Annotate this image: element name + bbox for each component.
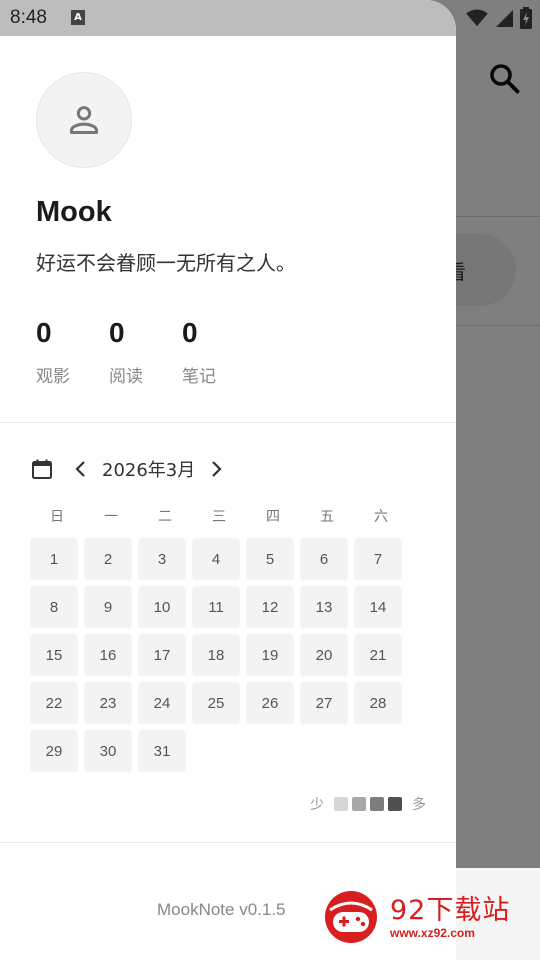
- calendar-day[interactable]: 10: [138, 586, 186, 628]
- weekday-label: 四: [266, 509, 280, 525]
- legend-swatch: [370, 797, 384, 811]
- watermark-url: www.xz92.com: [390, 926, 475, 940]
- avatar[interactable]: [36, 72, 132, 168]
- weekday-header: 日 一 二 三 四 五 六: [30, 506, 408, 526]
- calendar-day[interactable]: 30: [84, 730, 132, 772]
- calendar-icon: [32, 459, 52, 479]
- calendar-day[interactable]: 13: [300, 586, 348, 628]
- calendar-day[interactable]: 23: [84, 682, 132, 724]
- calendar-day[interactable]: 9: [84, 586, 132, 628]
- notification-a-icon: A: [71, 10, 85, 25]
- weekday-label: 五: [320, 509, 334, 525]
- calendar-header: 2026年3月: [30, 452, 225, 486]
- app-version: MookNote v0.1.5: [157, 900, 286, 919]
- stat-label: 笔记: [182, 367, 216, 387]
- legend-swatch: [334, 797, 348, 811]
- weekday-label: 日: [50, 509, 64, 525]
- divider: [0, 842, 456, 843]
- calendar-day[interactable]: 12: [246, 586, 294, 628]
- weekday-label: 三: [212, 509, 226, 525]
- calendar-day[interactable]: 19: [246, 634, 294, 676]
- status-icons: [466, 7, 532, 29]
- calendar-grid: 1 2 3 4 5 6 7 8 9 10 11 12 13 14 15 16 1…: [30, 538, 410, 772]
- weekday-label: 二: [158, 509, 172, 525]
- divider: [0, 422, 456, 423]
- stat-value: 0: [36, 317, 52, 348]
- chevron-left-icon[interactable]: [72, 459, 90, 479]
- calendar-day[interactable]: 4: [192, 538, 240, 580]
- wifi-icon: [466, 9, 488, 27]
- calendar-day[interactable]: 28: [354, 682, 402, 724]
- calendar-day[interactable]: 8: [30, 586, 78, 628]
- stat-reading[interactable]: 0 阅读: [109, 316, 182, 387]
- calendar-day[interactable]: 18: [192, 634, 240, 676]
- calendar-day[interactable]: 7: [354, 538, 402, 580]
- navigation-drawer: 8:48 A Mook 好运不会眷顾一无所有之人。 0 观影 0 阅读 0 笔记: [0, 0, 456, 960]
- stat-value: 0: [182, 317, 198, 348]
- calendar-day[interactable]: 15: [30, 634, 78, 676]
- calendar-day[interactable]: 22: [30, 682, 78, 724]
- stat-value: 0: [109, 317, 125, 348]
- calendar-day[interactable]: 29: [30, 730, 78, 772]
- stat-label: 观影: [36, 367, 70, 387]
- stat-label: 阅读: [109, 367, 143, 387]
- calendar-day[interactable]: 20: [300, 634, 348, 676]
- stat-notes[interactable]: 0 笔记: [182, 316, 255, 387]
- stats-row: 0 观影 0 阅读 0 笔记: [36, 316, 255, 387]
- heatmap-legend: 少 多: [310, 794, 426, 814]
- calendar-day[interactable]: 21: [354, 634, 402, 676]
- calendar-day[interactable]: 25: [192, 682, 240, 724]
- status-time: 8:48: [10, 7, 47, 28]
- calendar-day[interactable]: 16: [84, 634, 132, 676]
- battery-icon: [520, 7, 532, 29]
- legend-swatch: [352, 797, 366, 811]
- user-motto: 好运不会眷顾一无所有之人。: [36, 251, 296, 275]
- calendar-day[interactable]: 31: [138, 730, 186, 772]
- legend-more-label: 多: [412, 797, 426, 813]
- watermark: 92下载站 www.xz92.com: [296, 868, 540, 960]
- calendar-day[interactable]: 11: [192, 586, 240, 628]
- calendar-day[interactable]: 24: [138, 682, 186, 724]
- chevron-right-icon[interactable]: [207, 459, 225, 479]
- calendar-day[interactable]: 14: [354, 586, 402, 628]
- stat-watched[interactable]: 0 观影: [36, 316, 109, 387]
- weekday-label: 六: [374, 509, 388, 525]
- weekday-label: 一: [104, 509, 118, 525]
- person-icon: [70, 106, 98, 134]
- legend-less-label: 少: [310, 797, 324, 813]
- gamepad-logo-icon: [325, 891, 377, 943]
- calendar-day[interactable]: 17: [138, 634, 186, 676]
- calendar-day[interactable]: 27: [300, 682, 348, 724]
- calendar-month-title: 2026年3月: [102, 460, 196, 481]
- calendar-day[interactable]: 1: [30, 538, 78, 580]
- calendar-day[interactable]: 26: [246, 682, 294, 724]
- signal-icon: [496, 10, 513, 27]
- calendar-day[interactable]: 2: [84, 538, 132, 580]
- status-bar-background: [0, 0, 456, 36]
- legend-swatch: [388, 797, 402, 811]
- user-name: Mook: [36, 196, 112, 228]
- watermark-title: 92下载站: [390, 895, 511, 926]
- calendar-day[interactable]: 3: [138, 538, 186, 580]
- calendar-day[interactable]: 6: [300, 538, 348, 580]
- calendar-day[interactable]: 5: [246, 538, 294, 580]
